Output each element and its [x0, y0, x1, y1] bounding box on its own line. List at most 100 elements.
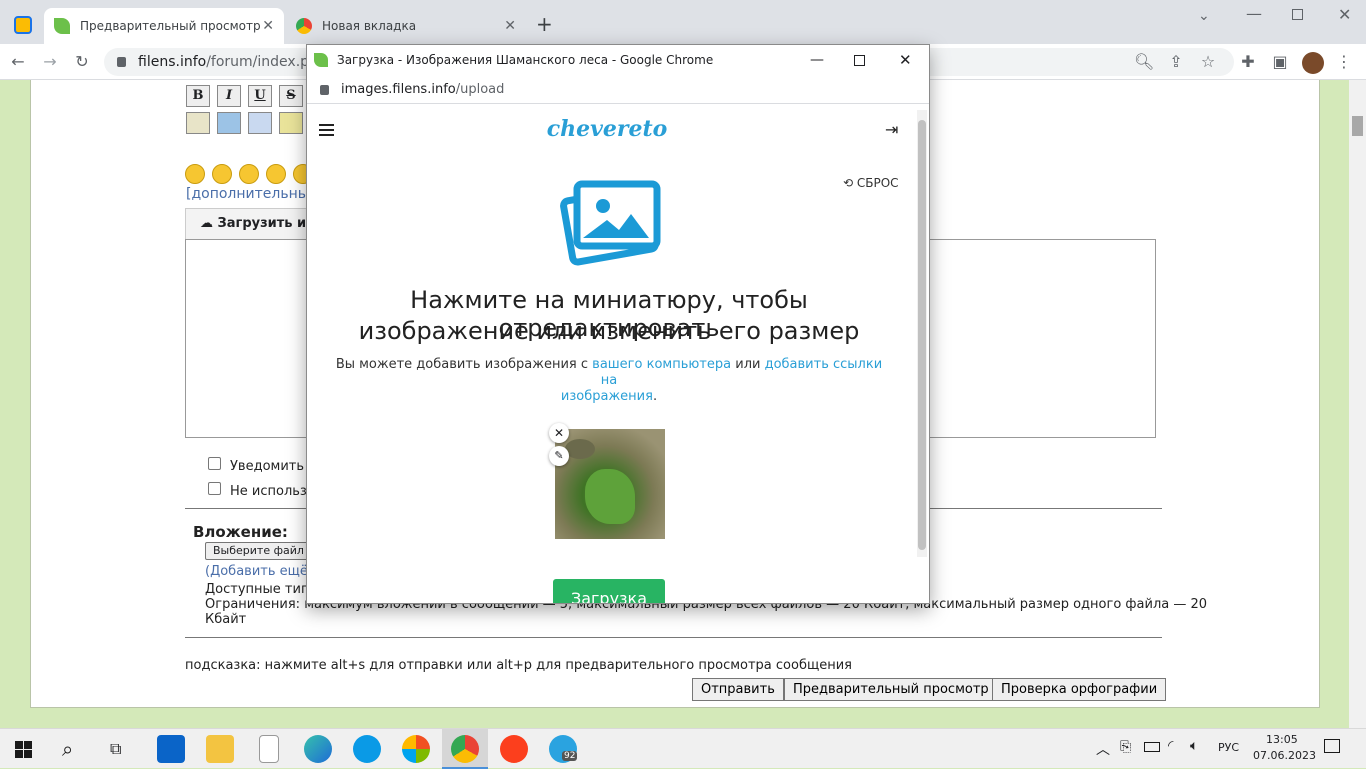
chevereto-logo[interactable]: chevereto — [307, 116, 907, 142]
clock-time[interactable]: 13:05 — [1266, 733, 1298, 746]
leaf-icon — [314, 53, 328, 67]
notify-checkbox[interactable] — [208, 457, 221, 470]
maximize-icon[interactable] — [1292, 9, 1303, 20]
sidepanel-icon[interactable]: ▣ — [1270, 52, 1290, 72]
edge-icon[interactable] — [304, 735, 332, 763]
lock-icon — [117, 57, 126, 67]
language-indicator[interactable]: РУС — [1218, 741, 1239, 754]
close-window-icon[interactable]: ✕ — [1338, 5, 1351, 24]
page-scrollbar[interactable] — [1349, 80, 1366, 728]
share-icon[interactable]: ⇪ — [1166, 52, 1186, 72]
upload-tab-label: Загрузить из — [217, 216, 314, 231]
reset-button[interactable]: ⟲ СБРОС — [843, 176, 899, 190]
attachment-title: Вложение: — [193, 523, 288, 541]
mail-icon[interactable] — [157, 735, 185, 763]
yandex-icon[interactable] — [500, 735, 528, 763]
smiley-icon[interactable] — [212, 164, 232, 184]
reload-icon[interactable]: ↻ — [72, 52, 92, 72]
chrome-icon — [296, 18, 312, 34]
bold-button[interactable]: B — [186, 85, 210, 107]
quote-icon[interactable] — [279, 112, 303, 134]
file-explorer-icon[interactable] — [206, 735, 234, 763]
spellcheck-button[interactable]: Проверка орфографии — [992, 678, 1167, 701]
italic-button[interactable]: I — [217, 85, 241, 107]
maximize-icon[interactable] — [854, 55, 865, 66]
popup-url-path: /upload — [455, 82, 505, 97]
scroll-thumb[interactable] — [1352, 116, 1363, 136]
add-more-link[interactable]: (Добавить ещё) — [205, 564, 313, 579]
smiley-icon[interactable] — [185, 164, 205, 184]
close-icon[interactable]: ✕ — [504, 18, 516, 34]
notepad-icon[interactable] — [259, 735, 279, 763]
tab-title: Предварительный просмотр - Ф — [80, 19, 260, 33]
heading-line-2: изображение или изменить его размер — [358, 317, 860, 345]
popup-url-host: images.filens.info — [341, 82, 456, 97]
chrome-icon[interactable] — [451, 735, 479, 763]
volume-icon[interactable]: 🔈︎ — [1190, 738, 1198, 754]
tab-new[interactable]: Новая вкладка ✕ — [286, 8, 526, 44]
globe-icon[interactable] — [217, 112, 241, 134]
lock-icon — [320, 85, 329, 95]
chevron-up-icon[interactable]: ︿ — [1096, 739, 1110, 759]
sub-prefix: Вы можете добавить изображения с — [335, 357, 593, 372]
hint-text: подсказка: нажмите alt+s для отправки ил… — [185, 658, 852, 673]
star-icon[interactable]: ☆ — [1198, 52, 1218, 72]
popup-scrollbar[interactable] — [917, 110, 927, 557]
search-icon[interactable]: ⌕ — [62, 737, 73, 761]
email-icon[interactable] — [248, 112, 272, 134]
close-window-icon[interactable]: ✕ — [899, 45, 912, 76]
remove-image-icon[interactable]: ✕ — [549, 423, 569, 443]
minimize-icon[interactable]: — — [1246, 4, 1262, 23]
back-icon[interactable]: ← — [8, 52, 28, 72]
image-button[interactable] — [186, 112, 210, 134]
url-host: filens.info — [138, 54, 207, 70]
reset-label: СБРОС — [856, 176, 899, 190]
underline-button[interactable]: U — [248, 85, 272, 107]
send-button[interactable]: Отправить — [692, 678, 784, 701]
tab-search-icon[interactable] — [14, 16, 32, 34]
extensions-icon[interactable]: ✚ — [1238, 52, 1258, 72]
smiley-icon[interactable] — [239, 164, 259, 184]
from-computer-link[interactable]: вашего компьютера — [592, 357, 731, 372]
edit-image-icon[interactable]: ✎ — [549, 446, 569, 466]
strike-button[interactable]: S — [279, 85, 303, 107]
minimize-icon[interactable]: — — [810, 45, 824, 76]
tab-preview[interactable]: Предварительный просмотр - Ф ✕ — [44, 8, 284, 44]
zoom-icon[interactable]: 🔍︎ — [1134, 52, 1154, 72]
skype-icon[interactable] — [353, 735, 381, 763]
preview-button[interactable]: Предварительный просмотр — [784, 678, 998, 701]
windows-start-icon[interactable] — [15, 741, 32, 758]
popup-scroll-thumb[interactable] — [918, 120, 926, 550]
popup-titlebar: Загрузка - Изображения Шаманского леса -… — [307, 45, 929, 76]
upload-button[interactable]: Загрузка — [553, 579, 665, 603]
wifi-icon[interactable]: ◜ — [1168, 738, 1173, 754]
no-smileys-checkbox[interactable] — [208, 482, 221, 495]
sub-suffix: . — [652, 389, 658, 404]
menu-dots-icon[interactable]: ⋮ — [1334, 52, 1354, 72]
avatar[interactable] — [1302, 52, 1324, 74]
add-urls-link-2[interactable]: изображения — [561, 389, 653, 404]
image-thumbnail[interactable] — [555, 429, 665, 539]
device-icon[interactable]: ⎘ — [1120, 739, 1131, 755]
popup-title: Загрузка - Изображения Шаманского леса -… — [337, 53, 714, 67]
subheading: Вы можете добавить изображения с вашего … — [327, 357, 891, 405]
upload-tab[interactable]: ☁ Загрузить из — [185, 208, 325, 240]
battery-icon[interactable] — [1144, 742, 1160, 752]
smiley-icon[interactable] — [266, 164, 286, 184]
forward-icon[interactable]: → — [40, 52, 60, 72]
close-icon[interactable]: ✕ — [262, 18, 274, 34]
allowed-types-text: Доступные типы — [205, 582, 320, 597]
chevron-down-icon[interactable]: ⌄ — [1198, 8, 1210, 24]
choose-file-button[interactable]: Выберите файл — [205, 542, 312, 560]
clock-date[interactable]: 07.06.2023 — [1253, 749, 1316, 762]
popup-address-bar[interactable]: images.filens.info/upload — [307, 76, 929, 104]
new-tab-button[interactable]: + — [536, 12, 553, 36]
telegram-badge: 92 — [562, 751, 578, 761]
store-icon[interactable] — [402, 735, 430, 763]
image-stack-icon — [560, 180, 661, 266]
cloud-upload-icon: ☁ — [200, 216, 213, 231]
more-smileys-link[interactable]: [дополнительны — [186, 186, 309, 202]
task-view-icon[interactable]: ⧉ — [110, 739, 121, 759]
login-icon[interactable]: ⇥ — [885, 120, 898, 139]
notifications-icon[interactable] — [1324, 739, 1340, 753]
